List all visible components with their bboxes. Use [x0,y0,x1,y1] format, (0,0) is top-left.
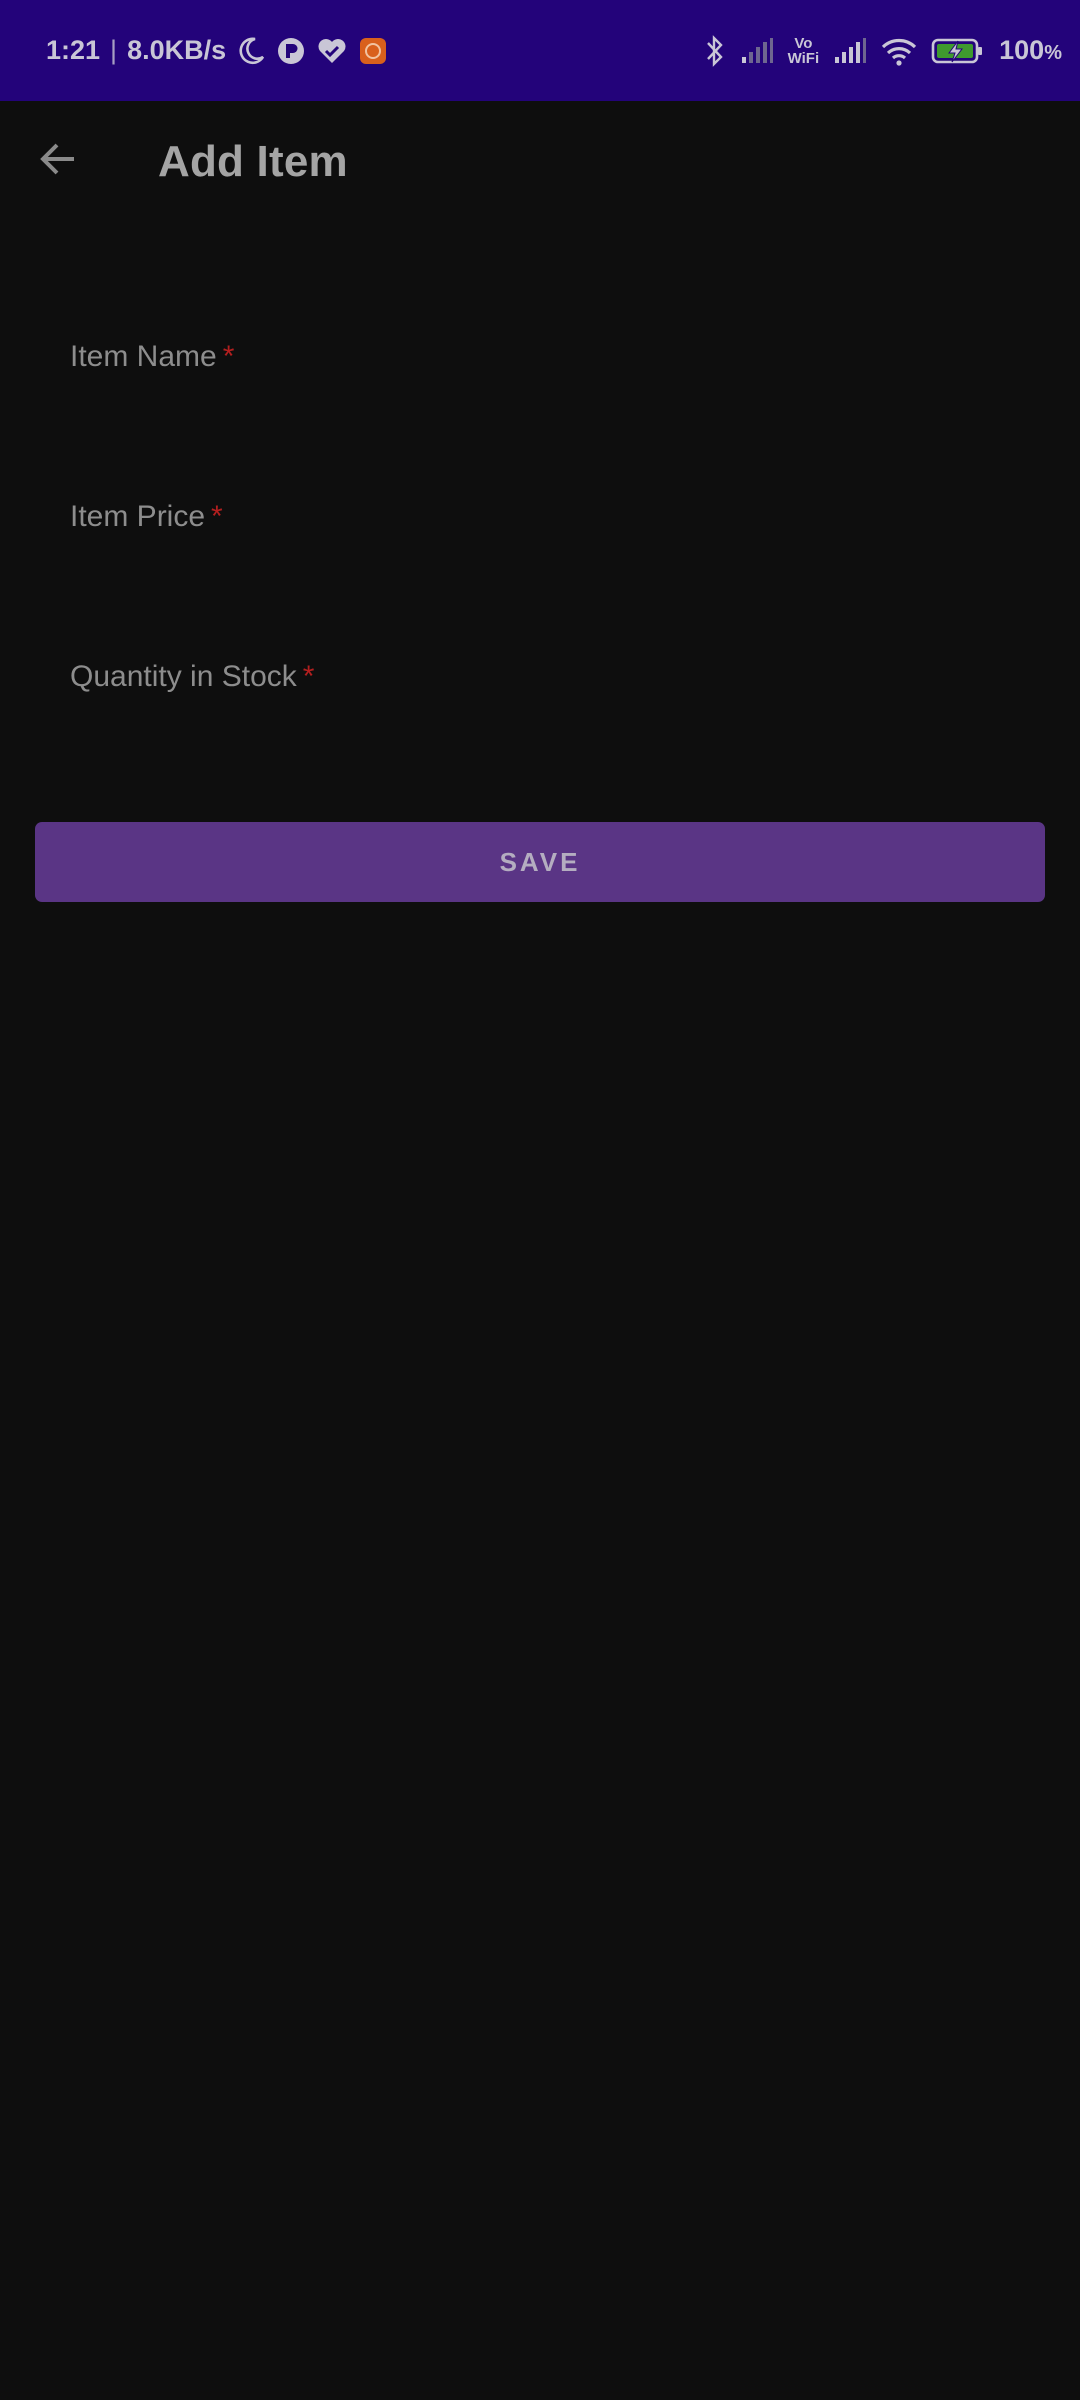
signal-weak-icon [740,37,774,65]
item-name-label: Item Name * [70,340,235,373]
vowifi-indicator: Vo WiFi [788,36,820,66]
signal-icon [833,37,867,65]
item-price-label: Item Price * [70,500,223,533]
quantity-in-stock-field[interactable]: Quantity in Stock * [34,618,1046,748]
status-separator: | [110,35,118,65]
moon-icon [236,36,266,66]
battery-level: 100% [999,35,1062,65]
add-item-screen: 1:21 | 8.0KB/s Vo WiFi 100% Add Item Ite… [0,0,1080,2400]
wifi-icon [881,36,917,66]
back-button[interactable] [26,127,90,191]
status-bar-left: 1:21 | 8.0KB/s [46,0,388,101]
vowifi-bottom: WiFi [787,49,820,67]
status-bar: 1:21 | 8.0KB/s Vo WiFi 100% [0,0,1080,101]
p-badge-icon [276,36,306,66]
save-button[interactable]: SAVE [35,822,1045,902]
required-marker: * [222,340,235,373]
bluetooth-icon [704,34,726,68]
arrow-back-icon [40,143,74,175]
heart-check-icon [316,36,348,66]
app-bar: Add Item [0,101,1080,226]
status-time: 1:21 [46,35,101,65]
battery-charging-icon [931,36,985,66]
status-bar-right: Vo WiFi 100% [704,0,1062,101]
page-title: Add Item [158,137,348,186]
quantity-in-stock-label: Quantity in Stock * [70,660,315,693]
item-name-field[interactable]: Item Name * [34,298,1046,428]
required-marker: * [211,500,223,533]
item-price-field[interactable]: Item Price * [34,458,1046,588]
network-speed: 8.0KB/s [127,35,227,65]
required-marker: * [302,660,315,693]
app-notification-icon [358,36,388,66]
